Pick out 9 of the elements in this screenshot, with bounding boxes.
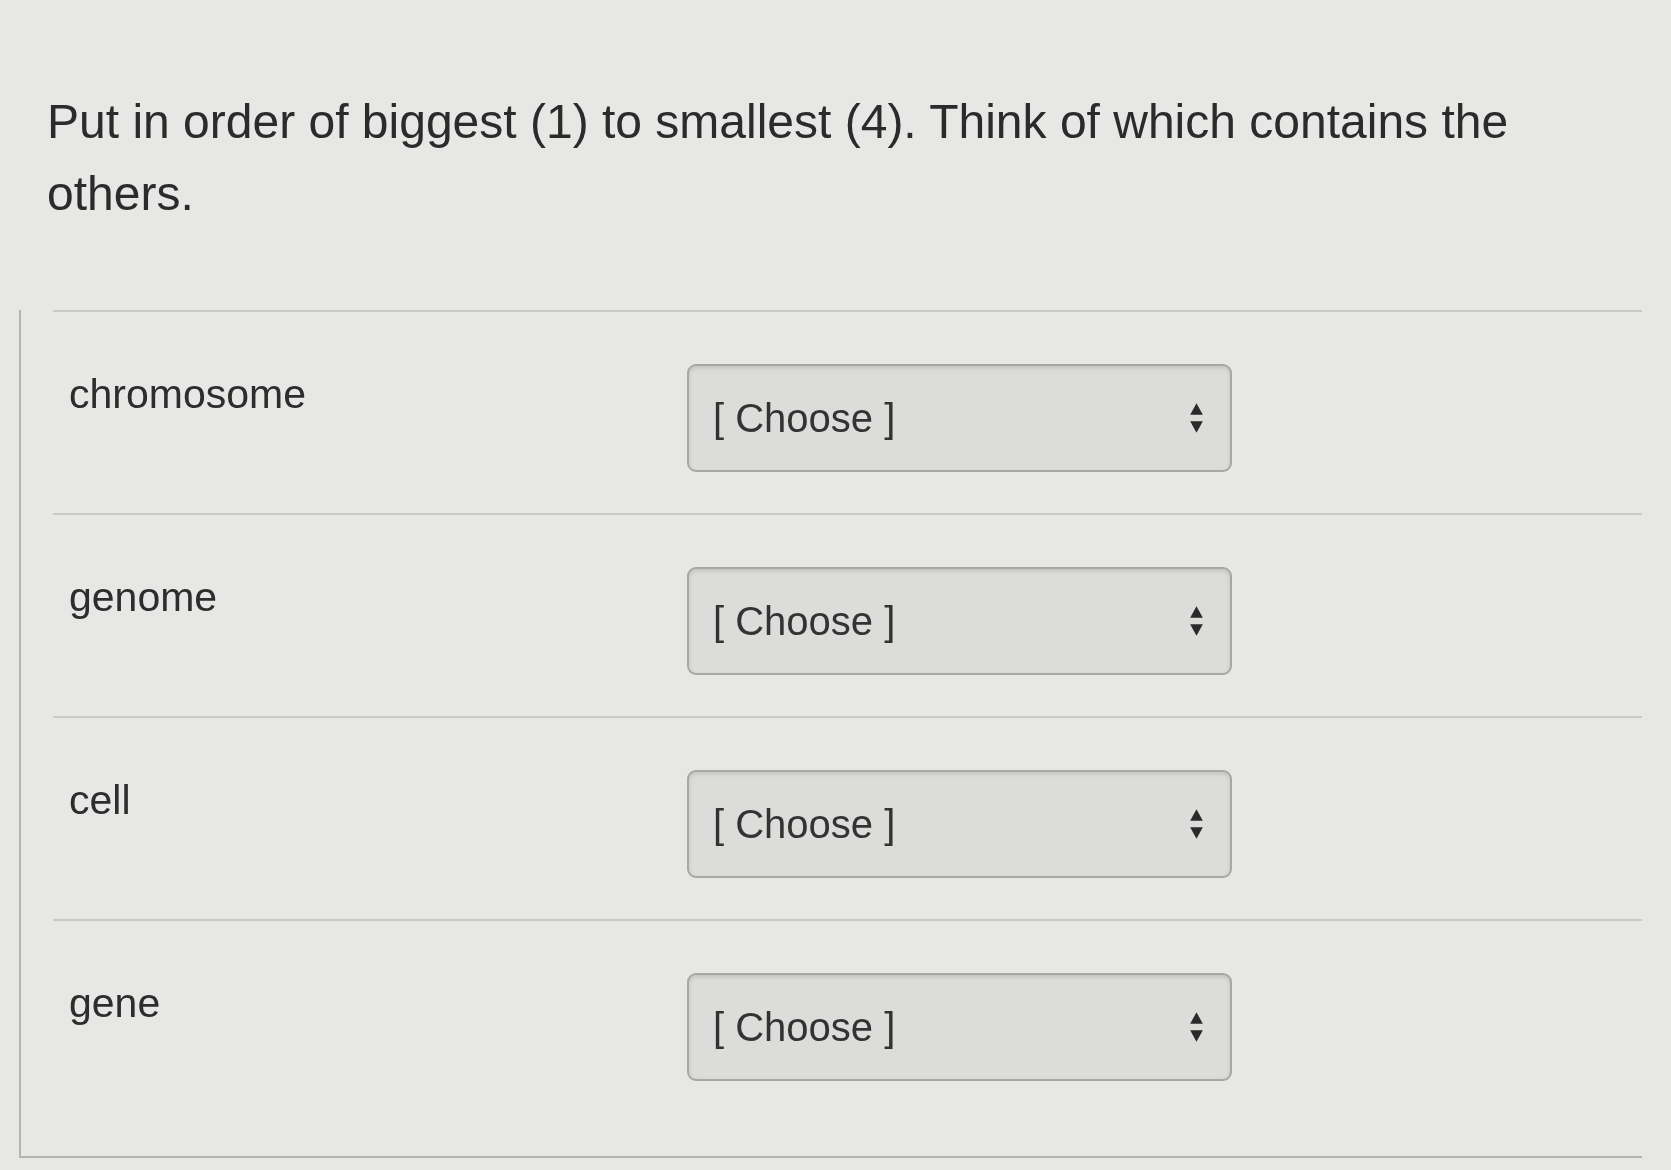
choose-dropdown[interactable]: [ Choose ] [687,770,1232,878]
choose-dropdown[interactable]: [ Choose ] [687,567,1232,675]
item-label: gene [69,979,161,1027]
item-label: cell [69,776,131,824]
item-label: genome [69,573,218,621]
choose-dropdown[interactable]: [ Choose ] [687,364,1232,472]
question-text: Put in order of biggest (1) to smallest (4). Think of which contains the others. [47,94,1510,222]
item-label: chromosome [69,370,306,418]
choose-dropdown[interactable]: [ Choose ] [687,973,1232,1081]
